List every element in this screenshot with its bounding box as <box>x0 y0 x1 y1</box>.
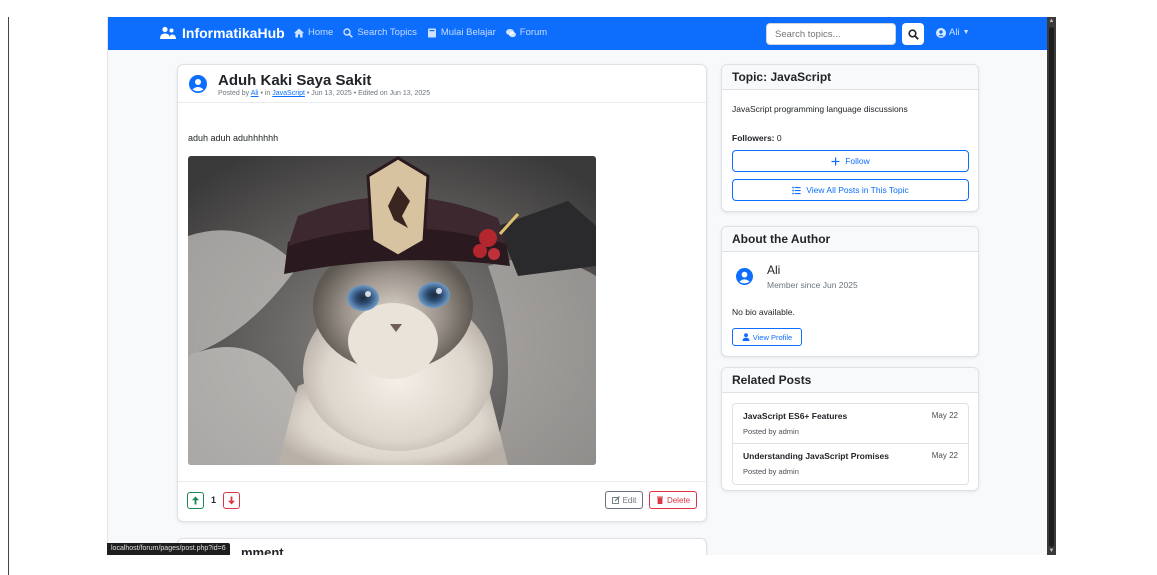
scroll-up-icon[interactable]: ▲ <box>1048 18 1055 24</box>
related-posts-card: Related Posts JavaScript ES6+ Features P… <box>721 367 979 491</box>
scrollbar-thumb[interactable] <box>1049 27 1054 547</box>
nav-search-label: Search Topics <box>357 27 417 38</box>
related-post-item[interactable]: JavaScript ES6+ Features Posted by admin… <box>733 404 968 444</box>
post-image <box>188 156 596 465</box>
plus-icon <box>831 157 840 165</box>
nav-forum[interactable]: Forum <box>505 27 548 38</box>
topic-link[interactable]: JavaScript <box>272 90 305 97</box>
user-name: Ali <box>949 27 960 38</box>
meta-prefix: Posted by <box>218 90 250 97</box>
topic-card: Topic: JavaScript JavaScript programming… <box>721 64 979 212</box>
follow-button[interactable]: Follow <box>732 150 969 172</box>
home-icon <box>294 28 304 37</box>
followers-value: 0 <box>776 133 782 143</box>
nav-belajar-label: Mulai Belajar <box>440 27 496 38</box>
related-post-author: Posted by admin <box>743 427 799 436</box>
author-member-since: Member since Jun 2025 <box>767 280 858 290</box>
browser-frame: InformatikaHub Home Search Topics Mulai … <box>0 0 1157 575</box>
upvote-button[interactable] <box>187 492 204 509</box>
nav-mulai-belajar[interactable]: Mulai Belajar <box>427 27 496 38</box>
trash-icon <box>656 496 663 504</box>
post-title: Aduh Kaki Saya Sakit <box>218 72 372 89</box>
user-avatar-icon <box>736 268 753 285</box>
post-card: Aduh Kaki Saya Sakit Posted by Ali • in … <box>177 64 707 522</box>
delete-button[interactable]: Delete <box>649 491 697 509</box>
follow-label: Follow <box>845 156 870 166</box>
book-icon <box>427 28 436 37</box>
user-dropdown[interactable]: Ali ▼ <box>936 27 970 38</box>
status-bar-url: localhost/forum/pages/post.php?id=6 <box>107 543 230 555</box>
view-profile-label: View Profile <box>752 332 793 342</box>
vote-count: 1 <box>211 495 217 505</box>
post-footer: 1 Edit Delete <box>178 481 706 521</box>
downvote-button[interactable] <box>223 492 240 509</box>
followers-count: Followers: 0 <box>732 133 782 143</box>
related-post-date: May 22 <box>931 451 958 460</box>
related-posts-list: JavaScript ES6+ Features Posted by admin… <box>732 403 969 485</box>
nav-forum-label: Forum <box>519 27 548 38</box>
chevron-down-icon: ▼ <box>962 29 970 36</box>
user-icon <box>742 333 750 341</box>
followers-label: Followers: <box>732 133 775 143</box>
author-card: About the Author Ali Member since Jun 20… <box>721 226 979 357</box>
user-circle-icon <box>936 27 946 38</box>
author-card-title: About the Author <box>722 227 978 252</box>
search-icon <box>343 27 354 38</box>
related-posts-title: Related Posts <box>722 368 978 393</box>
post-meta: Posted by Ali • in JavaScript • Jun 13, … <box>218 90 430 97</box>
search-button[interactable] <box>902 23 924 45</box>
meta-in: • in <box>260 90 271 97</box>
author-name: Ali <box>767 263 781 277</box>
arrow-up-icon <box>192 496 199 505</box>
topic-card-title: Topic: JavaScript <box>722 65 978 90</box>
author-link[interactable]: Ali <box>251 90 259 97</box>
comment-section-title: mment <box>241 545 284 555</box>
related-post-title: JavaScript ES6+ Features <box>743 411 848 421</box>
meta-date: • Jun 13, 2025 • Edited on Jun 13, 2025 <box>306 90 431 97</box>
delete-label: Delete <box>666 495 691 505</box>
search-input[interactable] <box>766 23 896 45</box>
nav-home-label: Home <box>308 27 334 38</box>
page-viewport: InformatikaHub Home Search Topics Mulai … <box>107 17 1047 555</box>
scroll-down-icon[interactable]: ▼ <box>1048 548 1055 554</box>
related-post-author: Posted by admin <box>743 467 799 476</box>
brand-link[interactable]: InformatikaHub <box>160 25 285 41</box>
navbar: InformatikaHub Home Search Topics Mulai … <box>108 17 1047 50</box>
arrow-down-icon <box>228 496 235 505</box>
view-all-label: View All Posts in This Topic <box>806 185 909 195</box>
view-all-posts-button[interactable]: View All Posts in This Topic <box>732 179 969 201</box>
nav-home[interactable]: Home <box>294 27 333 38</box>
related-post-item[interactable]: Understanding JavaScript Promises Posted… <box>733 444 968 484</box>
search-icon <box>907 28 919 40</box>
users-icon <box>160 26 176 39</box>
edit-icon <box>611 496 620 504</box>
user-avatar-icon <box>189 75 207 93</box>
author-bio: No bio available. <box>732 307 795 317</box>
window-edge <box>8 17 9 575</box>
related-post-date: May 22 <box>931 411 958 420</box>
related-post-title: Understanding JavaScript Promises <box>743 451 889 461</box>
edit-label: Edit <box>622 495 637 505</box>
comments-icon <box>505 28 516 37</box>
post-body: aduh aduh aduhhhhhh <box>188 133 279 143</box>
edit-button[interactable]: Edit <box>605 491 643 509</box>
post-header: Aduh Kaki Saya Sakit Posted by Ali • in … <box>178 65 706 103</box>
brand-name: InformatikaHub <box>182 25 285 41</box>
topic-description: JavaScript programming language discussi… <box>732 104 908 114</box>
cat-photo <box>188 156 596 465</box>
nav-search-topics[interactable]: Search Topics <box>343 27 417 38</box>
list-icon <box>792 186 801 194</box>
scrollbar[interactable]: ▲ ▼ <box>1047 17 1056 555</box>
view-profile-button[interactable]: View Profile <box>732 328 802 346</box>
